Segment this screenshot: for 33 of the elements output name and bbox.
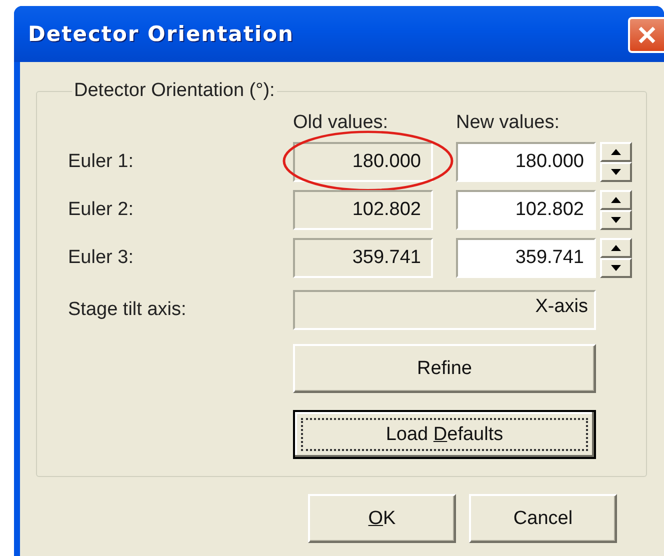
- caret-up-icon: [611, 149, 621, 155]
- field-label: Euler 3:: [68, 247, 134, 269]
- field-label: Euler 1:: [68, 151, 134, 173]
- window-title: Detector Orientation: [28, 22, 294, 46]
- old-value-field[interactable]: 359.741: [293, 238, 433, 278]
- column-header: New values:: [456, 112, 560, 134]
- load-defaults-button[interactable]: Load Defaults: [293, 410, 596, 459]
- caret-down-icon: [611, 217, 621, 223]
- spin-up-button[interactable]: [600, 190, 632, 210]
- stage-tilt-field: X-axis: [293, 290, 596, 330]
- ok-button[interactable]: OK: [308, 494, 456, 543]
- new-value-field[interactable]: 102.802: [456, 190, 596, 230]
- caret-down-icon: [611, 265, 621, 271]
- column-header: Old values:: [293, 112, 390, 134]
- old-value-field[interactable]: 102.802: [293, 190, 433, 230]
- field-label: Euler 2:: [68, 199, 134, 221]
- spin-down-button[interactable]: [600, 162, 632, 182]
- spin-up-button[interactable]: [600, 142, 632, 162]
- field-label: Stage tilt axis:: [68, 299, 188, 321]
- caret-up-icon: [611, 245, 621, 251]
- close-icon: [637, 25, 657, 45]
- old-value-field[interactable]: 180.000: [293, 142, 433, 182]
- new-value-field[interactable]: 359.741: [456, 238, 596, 278]
- caret-up-icon: [611, 197, 621, 203]
- caret-down-icon: [611, 169, 621, 175]
- group-title: Detector Orientation (°):: [73, 80, 276, 102]
- close-button[interactable]: [628, 17, 664, 53]
- refine-button[interactable]: Refine: [293, 344, 596, 393]
- spin-up-button[interactable]: [600, 238, 632, 258]
- new-value-field[interactable]: 180.000: [456, 142, 596, 182]
- spin-down-button[interactable]: [600, 258, 632, 278]
- cancel-button[interactable]: Cancel: [469, 494, 617, 543]
- spin-down-button[interactable]: [600, 210, 632, 230]
